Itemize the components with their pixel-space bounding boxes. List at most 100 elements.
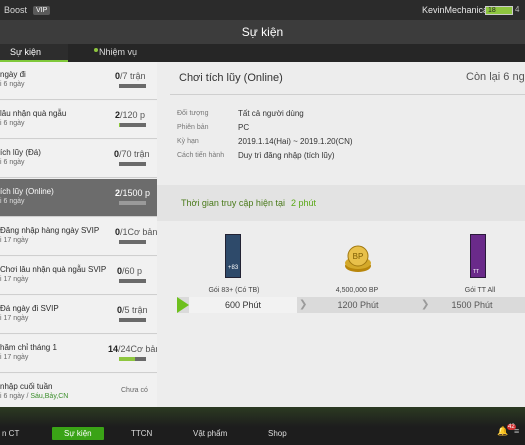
progress-fill (119, 123, 120, 127)
tab-missions[interactable]: Nhiệm vụ (84, 44, 137, 62)
mission-detail-panel: Chơi tích lũy (Online) Còn lại 6 ngày Đố… (157, 62, 525, 407)
progress-current: 14 (108, 344, 119, 354)
info-value-period: 2019.1.14(Hai) ~ 2019.1.20(CN) (238, 137, 353, 146)
progress-bar (119, 84, 146, 88)
info-label-version: Phiên bản (177, 124, 209, 131)
boost-label[interactable]: Boost (4, 5, 27, 15)
mission-days: i 6 ngày (0, 159, 25, 166)
list-item[interactable]: ngày đi i 6 ngày 0/7 trận (0, 62, 157, 100)
mission-list[interactable]: ngày đi i 6 ngày 0/7 trận lâu nhận quà n… (0, 62, 161, 407)
nav-item-events[interactable]: Sự kiện (52, 427, 104, 440)
progress-total: /5 trận (122, 305, 148, 315)
nav-item-ct[interactable]: n CT (2, 429, 19, 438)
nav-item-shop[interactable]: Shop (268, 429, 287, 438)
nav-item-items[interactable]: Vật phẩm (193, 429, 227, 438)
access-time-banner: Thời gian truy cập hiện tại 2 phút (157, 185, 525, 221)
progress-arrow-icon (177, 297, 189, 313)
progress-bar (119, 123, 146, 127)
progress-bar (119, 240, 146, 244)
mission-name: hăm chỉ tháng 1 (0, 343, 57, 352)
time-remaining: Còn lại 6 ngày (466, 71, 525, 83)
reward-caption: Gói 83+ (Có TB) (208, 287, 260, 294)
list-item[interactable]: nhập cuối tuần i 6 ngày / Sáu,Bảy,CN Chư… (0, 374, 157, 407)
list-item[interactable]: ích lũy (Đá) i 6 ngày 0/70 trận (0, 140, 157, 178)
progress-total: /1Cơ bản (120, 227, 158, 237)
tab-bar: Sự kiện Nhiệm vụ (0, 44, 525, 62)
notification-dot-icon (94, 48, 98, 52)
mission-name: ngày đi (0, 70, 26, 79)
mission-name: lâu nhận quà ngẫu (0, 109, 67, 118)
mission-name: ích lũy (Đá) (0, 148, 41, 157)
progress-bar (119, 357, 146, 361)
mission-days: i 6 ngày (0, 81, 25, 88)
milestone-label: 600 Phút (224, 300, 262, 310)
milestone-label: 1500 Phút (451, 300, 493, 310)
list-item[interactable]: lâu nhận quà ngẫu i 6 ngày 2/120 p (0, 101, 157, 139)
info-value-target: Tất cả người dùng (238, 109, 304, 118)
mission-days-highlight: Sáu,Bảy,CN (30, 393, 69, 400)
list-item[interactable]: Đăng nhập hàng ngày SVIP i 17 ngày 0/1Cơ… (0, 218, 157, 256)
mission-days-prefix: i 6 ngày / (0, 393, 31, 400)
mission-progress: 0/1Cơ bản (115, 227, 157, 237)
page-title: Sự kiện (0, 20, 525, 44)
progress-bar (119, 201, 146, 205)
mission-title: Chơi tích lũy (Online) (179, 72, 283, 84)
mission-progress: 0/7 trận (115, 71, 146, 81)
vip-badge: VIP (33, 5, 51, 15)
reward-item[interactable]: BP 4,500,000 BP (317, 234, 397, 298)
progress-total: /70 trận (119, 149, 150, 159)
progress-total: /1500 p (120, 188, 151, 198)
progress-total: /24Cơ bản (118, 344, 161, 354)
reward-item[interactable]: +83 Gói 83+ (Có TB) (194, 234, 274, 298)
player-pack-icon: +83 (225, 234, 241, 278)
card-label: +83 (228, 265, 239, 271)
milestone-segment: 600 Phút (189, 297, 297, 313)
chevron-right-icon: ❯ (421, 299, 430, 310)
mission-progress: 2/1500 p (115, 188, 150, 198)
nav-item-ttcn[interactable]: TTCN (131, 429, 152, 438)
top-status-bar: Boost VIP KevinMechanical 18 4 (0, 0, 525, 20)
level-bar: 18 (485, 6, 513, 15)
progress-total: /120 p (120, 110, 146, 120)
reward-caption: 4,500,000 BP (335, 287, 379, 294)
reward-item[interactable]: TT Gói TT All (440, 234, 520, 298)
info-label-period: Kỳ hạn (177, 138, 199, 145)
menu-icon[interactable]: ≡ (514, 426, 519, 436)
milestone-track: 600 Phút ❯ 1200 Phút ❯ 1500 Phút (177, 297, 525, 313)
divider (170, 94, 525, 95)
mission-days: i 17 ngày (0, 237, 29, 244)
list-item[interactable]: Chơi lâu nhận quà ngẫu SVIP i 17 ngày 0/… (0, 257, 157, 295)
mission-days: i 17 ngày (0, 276, 29, 283)
tab-events[interactable]: Sự kiện (0, 44, 68, 62)
mission-progress: 0/70 trận (114, 149, 150, 159)
mission-name: Chơi lâu nhận quà ngẫu SVIP (0, 265, 107, 274)
tt-pack-icon: TT (470, 234, 486, 278)
reward-caption: Gói TT All (464, 287, 496, 294)
mission-days: i 6 ngày (0, 198, 25, 205)
bottom-nav: n CT Sự kiện TTCN Vật phẩm Shop 🔔 42 ≡ (0, 407, 525, 445)
list-item[interactable]: hăm chỉ tháng 1 i 17 ngày 14/24Cơ bản (0, 335, 161, 373)
progress-bar (119, 162, 146, 166)
list-item-selected[interactable]: ích lũy (Online) i 6 ngày 2/1500 p (0, 179, 157, 217)
progress-bar (119, 279, 146, 283)
list-item[interactable]: Đá ngày đi SVIP i 17 ngày 0/5 trận (0, 296, 157, 334)
info-value-method: Duy trì đăng nhập (tích lũy) (238, 151, 335, 160)
progress-bar (119, 318, 146, 322)
mission-status: Chưa có (121, 387, 148, 394)
mission-days: i 17 ngày (0, 354, 29, 361)
bp-coins-icon: BP (345, 245, 371, 272)
mission-name: Đăng nhập hàng ngày SVIP (0, 226, 100, 235)
card-label: TT (473, 269, 480, 275)
coin-label: BP (353, 252, 364, 261)
mission-days: i 6 ngày / Sáu,Bảy,CN (0, 393, 68, 400)
nav-background-strip (0, 407, 525, 427)
chevron-right-icon: ❯ (299, 299, 308, 310)
info-label-method: Cách tiến hành (177, 152, 225, 159)
progress-total: /60 p (122, 266, 143, 276)
mission-progress: 2/120 p (115, 110, 145, 120)
tab-missions-label: Nhiệm vụ (99, 47, 138, 57)
top-right-value: 4 (515, 5, 520, 14)
mission-days: i 17 ngày (0, 315, 29, 322)
milestone-label: 1200 Phút (337, 300, 379, 310)
mission-progress: 0/5 trận (117, 305, 148, 315)
